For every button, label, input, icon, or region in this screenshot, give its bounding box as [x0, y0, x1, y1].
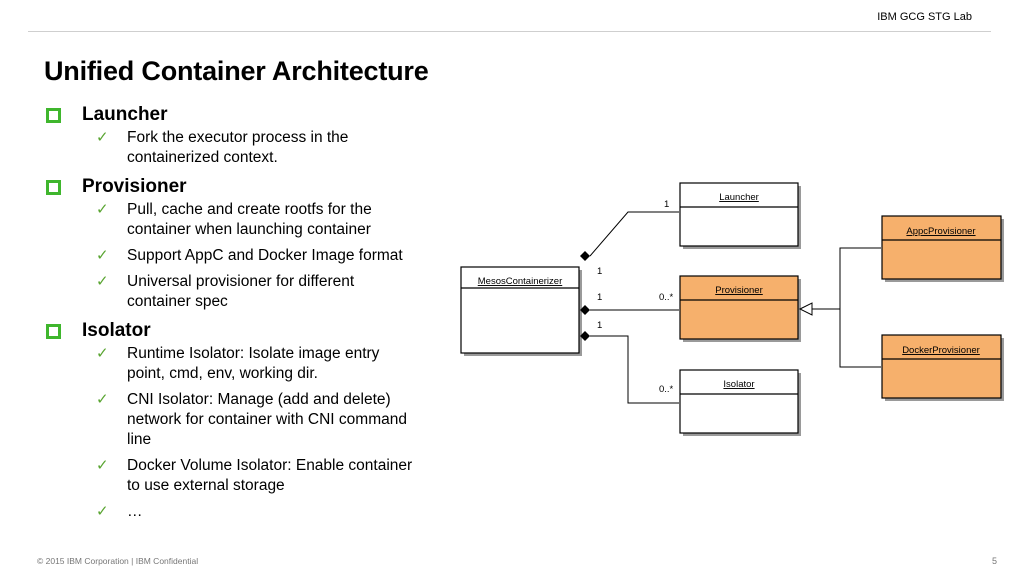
page-number: 5 [991, 556, 997, 566]
isolator-class-name: Isolator [723, 379, 754, 390]
appc-generalization [839, 247, 881, 309]
appc-class-name: AppcProvisioner [906, 226, 975, 237]
docker-generalization [839, 309, 881, 368]
multiplicity-mesos-top: 1 [597, 266, 602, 277]
uml-class-diagram: Launcher MesosContainerizer Provisioner … [460, 182, 1004, 436]
provisioner-class-name: Provisioner [715, 285, 763, 296]
docker-class-name: DockerProvisioner [902, 345, 980, 356]
launcher-class-name: Launcher [719, 192, 759, 203]
composition-diamond-top [580, 251, 590, 261]
footer-copyright: © 2015 IBM Corporation | IBM Confidentia… [37, 556, 199, 566]
multiplicity-mesos-mid: 1 [597, 292, 602, 303]
multiplicity-provisioner: 0..* [659, 292, 674, 303]
multiplicity-isolator: 0..* [659, 384, 674, 395]
multiplicity-mesos-bottom: 1 [597, 320, 602, 331]
launcher-association [589, 211, 679, 257]
generalization-arrow [798, 302, 813, 316]
mesos-class-name: MesosContainerizer [478, 276, 562, 287]
multiplicity-launcher: 1 [664, 199, 669, 210]
